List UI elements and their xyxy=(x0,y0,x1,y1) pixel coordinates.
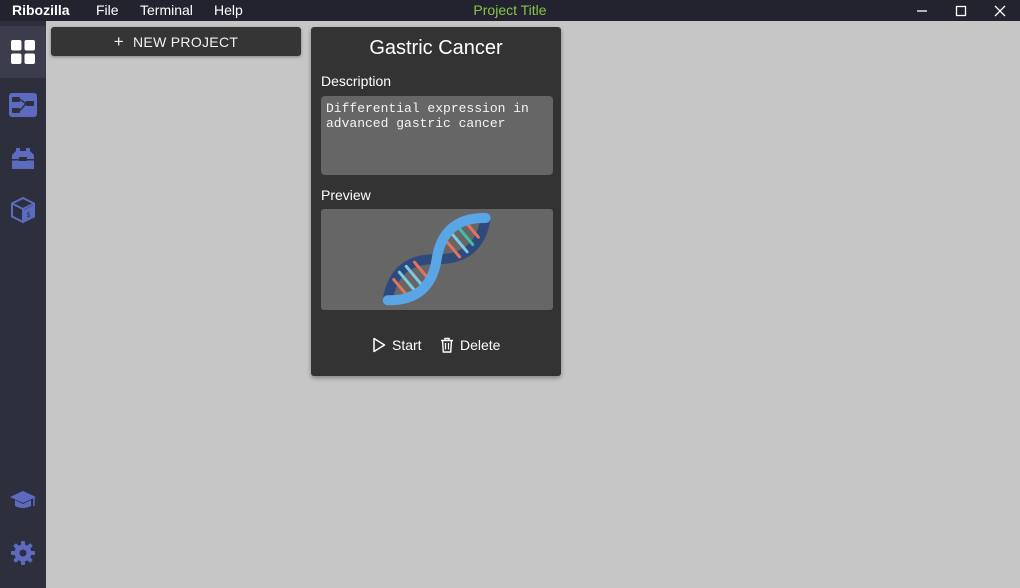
sidebar-item-settings[interactable] xyxy=(0,527,46,579)
start-button[interactable]: Start xyxy=(372,336,422,354)
gear-icon xyxy=(11,541,35,565)
sidebar-item-workflow[interactable] xyxy=(0,79,46,131)
project-card-title: Gastric Cancer xyxy=(369,37,503,59)
new-project-button[interactable]: + NEW PROJECT xyxy=(51,27,301,56)
close-icon xyxy=(994,5,1006,16)
sidebar-item-packages[interactable]: $ xyxy=(0,184,46,236)
dashboard-grid-icon xyxy=(11,40,35,64)
close-button[interactable] xyxy=(980,0,1020,21)
maximize-icon xyxy=(955,5,967,16)
toolbox-icon xyxy=(12,148,34,169)
sidebar-item-dashboard[interactable] xyxy=(0,26,46,78)
package-box-icon: $ xyxy=(11,196,35,224)
plus-icon: + xyxy=(113,32,125,51)
title-bar: Ribozilla File Terminal Help Project Tit… xyxy=(0,0,1020,21)
svg-text:$: $ xyxy=(26,211,30,219)
workflow-icon xyxy=(9,93,37,117)
app-name: Ribozilla xyxy=(12,2,70,18)
minimize-icon xyxy=(917,9,927,12)
description-field[interactable]: Differential expression in advanced gast… xyxy=(321,96,553,175)
maximize-button[interactable] xyxy=(941,0,981,21)
preview-image xyxy=(321,209,553,310)
menu-file[interactable]: File xyxy=(96,2,119,18)
minimize-button[interactable] xyxy=(902,0,942,21)
sidebar-item-toolbox[interactable] xyxy=(0,132,46,184)
menu-terminal[interactable]: Terminal xyxy=(140,2,193,18)
trash-icon xyxy=(441,337,453,353)
start-label: Start xyxy=(392,337,422,353)
description-label: Description xyxy=(321,73,392,89)
delete-label: Delete xyxy=(460,337,501,353)
new-project-label: NEW PROJECT xyxy=(133,33,239,50)
project-card: Gastric Cancer Description Differential … xyxy=(311,27,561,376)
sidebar: $ xyxy=(0,21,46,588)
play-icon xyxy=(373,337,386,353)
sidebar-item-learn[interactable] xyxy=(0,474,46,526)
menu-help[interactable]: Help xyxy=(214,2,243,18)
dna-helix-icon xyxy=(382,212,491,306)
graduation-cap-icon xyxy=(10,491,36,508)
preview-label: Preview xyxy=(321,187,371,203)
delete-button[interactable]: Delete xyxy=(440,336,500,354)
